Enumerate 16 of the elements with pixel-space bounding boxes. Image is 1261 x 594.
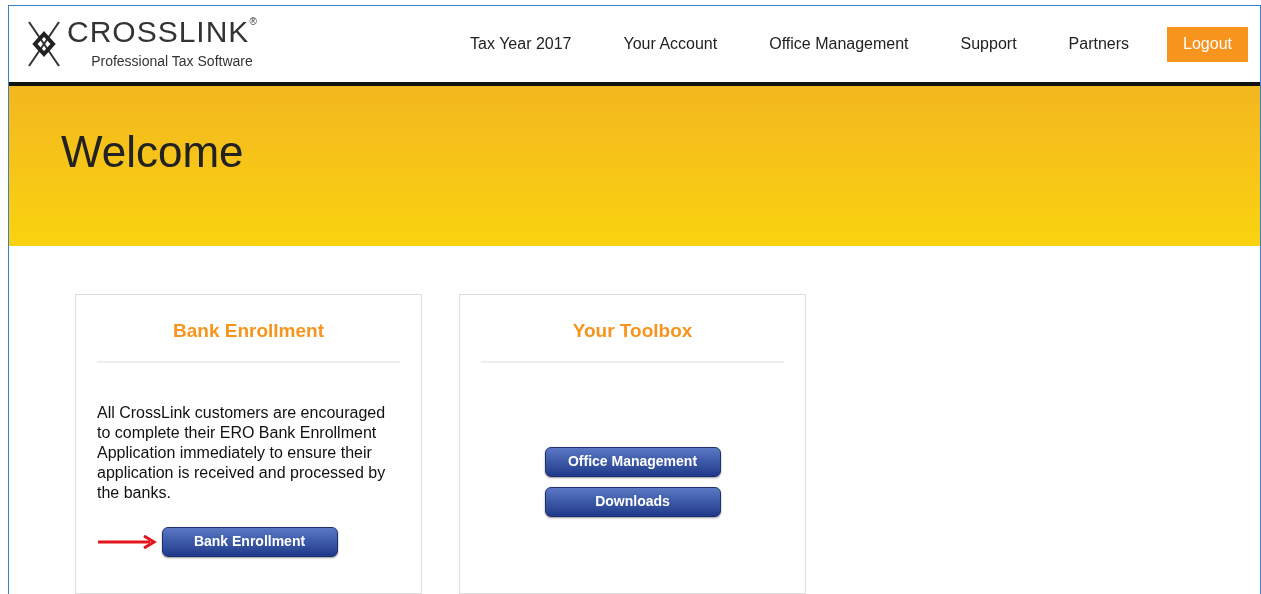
nav-link[interactable]: Tax Year 2017 bbox=[444, 32, 598, 57]
registered-mark: ® bbox=[249, 16, 257, 27]
nav-link[interactable]: Partners bbox=[1042, 32, 1156, 57]
logo-tagline: Professional Tax Software bbox=[91, 51, 253, 71]
nav-link[interactable]: Office Management bbox=[743, 32, 935, 57]
nav-link[interactable]: Support bbox=[934, 32, 1043, 57]
logo-icon bbox=[25, 20, 63, 69]
action-button[interactable]: Bank Enrollment bbox=[161, 526, 338, 557]
card-title: Your Toolbox bbox=[571, 319, 694, 343]
action-button[interactable]: Downloads bbox=[544, 486, 721, 517]
logo-wordmark: CROSSLINK bbox=[67, 16, 250, 47]
card-title: Bank Enrollment bbox=[172, 319, 325, 343]
action-button[interactable]: Office Management bbox=[544, 446, 721, 477]
card-text: All CrossLink customers are encouraged to complete their ERO Bank Enrollment Application immediately to ensure their application is received and processed by the banks. bbox=[97, 402, 387, 503]
welcome-heading: Welcome bbox=[61, 130, 244, 175]
nav-link[interactable]: Your Account bbox=[597, 32, 744, 57]
